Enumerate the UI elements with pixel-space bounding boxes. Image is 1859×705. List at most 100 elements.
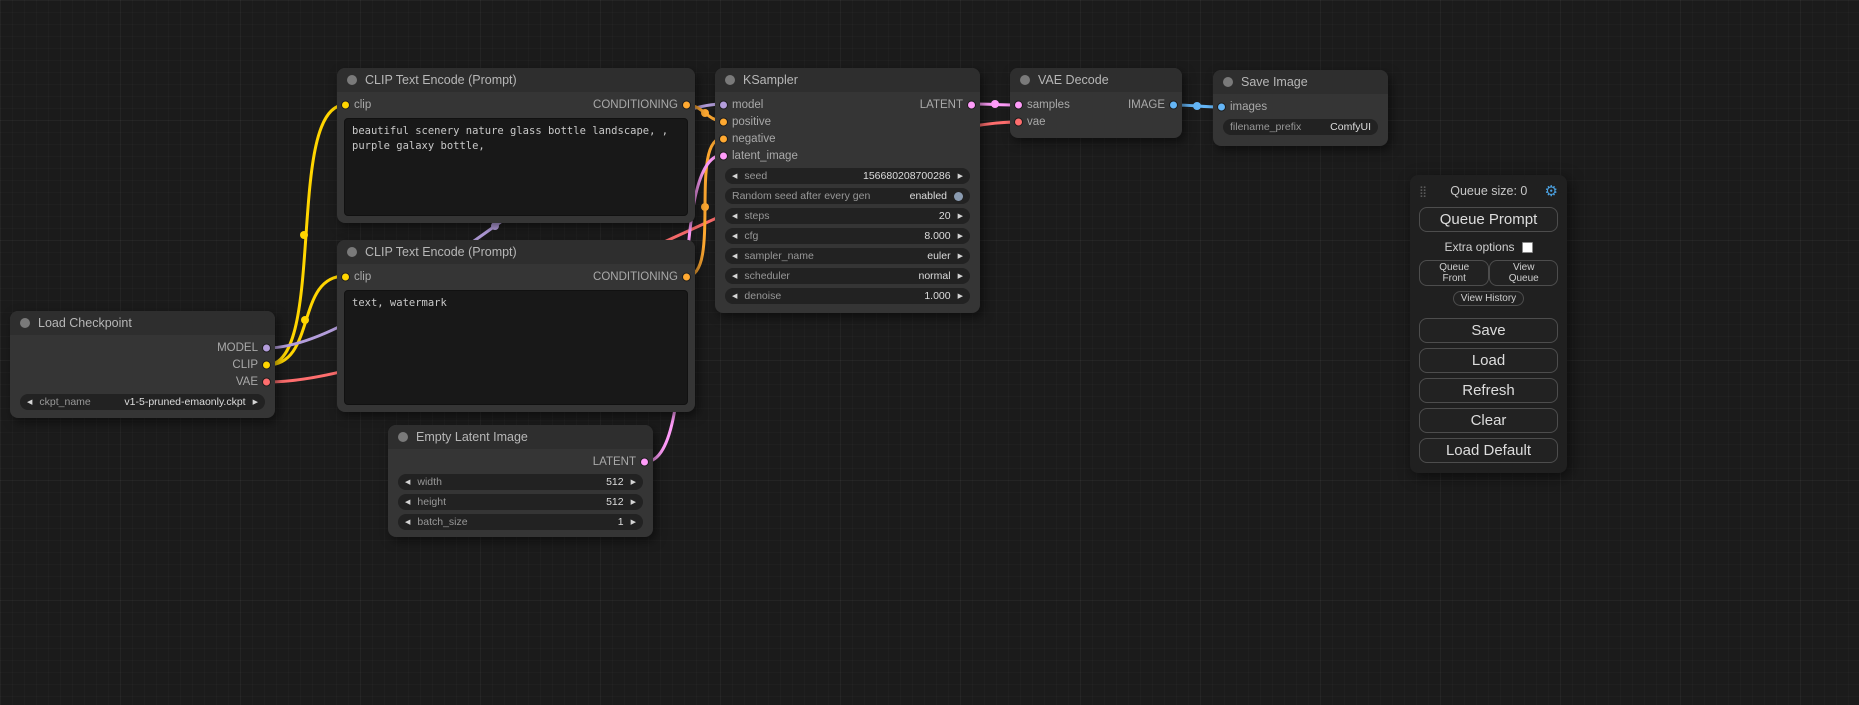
prev-arrow-icon[interactable]: ◀ xyxy=(732,253,737,260)
node-title-bar[interactable]: Load Checkpoint xyxy=(10,311,275,335)
output-slot-conditioning[interactable]: CONDITIONING xyxy=(593,99,678,111)
slot-dot-clip[interactable] xyxy=(341,100,350,109)
slot-dot-negative[interactable] xyxy=(719,134,728,143)
next-arrow-icon[interactable]: ▶ xyxy=(958,253,963,260)
slot-dot-vae[interactable] xyxy=(1014,117,1023,126)
slot-dot-vae[interactable] xyxy=(262,377,271,386)
node-title-bar[interactable]: CLIP Text Encode (Prompt) xyxy=(337,68,695,92)
increment-arrow-icon[interactable]: ▶ xyxy=(631,499,636,506)
increment-arrow-icon[interactable]: ▶ xyxy=(631,519,636,526)
decrement-arrow-icon[interactable]: ◀ xyxy=(405,479,410,486)
output-slot-latent[interactable]: LATENT xyxy=(920,99,963,111)
toggle-dot-icon[interactable] xyxy=(954,192,963,201)
widget-steps[interactable]: ◀ steps 20 ▶ xyxy=(725,208,970,224)
slot-dot-model[interactable] xyxy=(262,343,271,352)
view-queue-button[interactable]: View Queue xyxy=(1489,260,1558,286)
node-save-image[interactable]: Save Image images filename_prefix ComfyU… xyxy=(1213,70,1388,146)
widget-cfg[interactable]: ◀ cfg 8.000 ▶ xyxy=(725,228,970,244)
slot-dot-conditioning[interactable] xyxy=(682,100,691,109)
input-slot-positive[interactable]: positive xyxy=(715,113,980,130)
widget-ckpt-name[interactable]: ◀ ckpt_name v1-5-pruned-emaonly.ckpt ▶ xyxy=(20,394,265,410)
slot-dot-latent-image[interactable] xyxy=(719,151,728,160)
slot-dot-samples[interactable] xyxy=(1014,100,1023,109)
widget-width[interactable]: ◀ width 512 ▶ xyxy=(398,474,643,490)
view-history-button[interactable]: View History xyxy=(1453,291,1524,306)
slot-dot-clip[interactable] xyxy=(341,272,350,281)
collapse-dot-icon[interactable] xyxy=(20,318,30,328)
node-title-bar[interactable]: CLIP Text Encode (Prompt) xyxy=(337,240,695,264)
increment-arrow-icon[interactable]: ▶ xyxy=(958,213,963,220)
input-slot-latent-image[interactable]: latent_image xyxy=(715,147,980,164)
input-slot-vae[interactable]: vae xyxy=(1010,113,1182,130)
negative-prompt-textarea[interactable]: text, watermark xyxy=(344,290,688,405)
collapse-dot-icon[interactable] xyxy=(347,75,357,85)
decrement-arrow-icon[interactable]: ◀ xyxy=(405,519,410,526)
drag-handle-icon[interactable]: ⣿ xyxy=(1419,185,1427,198)
widget-batch-size[interactable]: ◀ batch_size 1 ▶ xyxy=(398,514,643,530)
input-slot-images[interactable]: images xyxy=(1213,98,1388,115)
queue-prompt-button[interactable]: Queue Prompt xyxy=(1419,207,1558,232)
slot-dot-conditioning[interactable] xyxy=(682,272,691,281)
increment-arrow-icon[interactable]: ▶ xyxy=(958,173,963,180)
increment-arrow-icon[interactable]: ▶ xyxy=(958,233,963,240)
widget-sampler-name[interactable]: ◀ sampler_name euler ▶ xyxy=(725,248,970,264)
collapse-dot-icon[interactable] xyxy=(347,247,357,257)
node-ksampler[interactable]: KSampler model LATENT positive negative … xyxy=(715,68,980,313)
node-title-bar[interactable]: KSampler xyxy=(715,68,980,92)
positive-prompt-textarea[interactable]: beautiful scenery nature glass bottle la… xyxy=(344,118,688,216)
queue-front-button[interactable]: Queue Front xyxy=(1419,260,1489,286)
clear-button[interactable]: Clear xyxy=(1419,408,1558,433)
output-slot-image[interactable]: IMAGE xyxy=(1128,99,1165,111)
settings-gear-icon[interactable]: ⚙ xyxy=(1545,184,1558,199)
widget-height[interactable]: ◀ height 512 ▶ xyxy=(398,494,643,510)
node-title-bar[interactable]: VAE Decode xyxy=(1010,68,1182,92)
node-empty-latent-image[interactable]: Empty Latent Image LATENT ◀ width 512 ▶ … xyxy=(388,425,653,537)
node-clip-text-encode-positive[interactable]: CLIP Text Encode (Prompt) clip CONDITION… xyxy=(337,68,695,223)
collapse-dot-icon[interactable] xyxy=(1223,77,1233,87)
slot-dot-images[interactable] xyxy=(1217,102,1226,111)
slot-dot-clip[interactable] xyxy=(262,360,271,369)
node-load-checkpoint[interactable]: Load Checkpoint MODEL CLIP VAE ◀ ckpt_na… xyxy=(10,311,275,418)
slot-dot-latent[interactable] xyxy=(640,457,649,466)
load-button[interactable]: Load xyxy=(1419,348,1558,373)
output-slot-model[interactable]: MODEL xyxy=(10,339,275,356)
widget-scheduler[interactable]: ◀ scheduler normal ▶ xyxy=(725,268,970,284)
node-title-bar[interactable]: Empty Latent Image xyxy=(388,425,653,449)
widget-random-seed-toggle[interactable]: Random seed after every gen enabled xyxy=(725,188,970,204)
widget-seed[interactable]: ◀ seed 156680208700286 ▶ xyxy=(725,168,970,184)
input-slot-samples[interactable]: samples xyxy=(1027,99,1070,111)
slot-dot-latent[interactable] xyxy=(967,100,976,109)
widget-denoise[interactable]: ◀ denoise 1.000 ▶ xyxy=(725,288,970,304)
save-button[interactable]: Save xyxy=(1419,318,1558,343)
decrement-arrow-icon[interactable]: ◀ xyxy=(405,499,410,506)
slot-dot-image[interactable] xyxy=(1169,100,1178,109)
extra-options-checkbox[interactable] xyxy=(1522,242,1533,253)
decrement-arrow-icon[interactable]: ◀ xyxy=(732,213,737,220)
input-slot-clip[interactable]: clip xyxy=(354,99,371,111)
load-default-button[interactable]: Load Default xyxy=(1419,438,1558,463)
slot-dot-positive[interactable] xyxy=(719,117,728,126)
widget-filename-prefix[interactable]: filename_prefix ComfyUI xyxy=(1223,119,1378,135)
output-slot-latent[interactable]: LATENT xyxy=(388,453,653,470)
slot-dot-model[interactable] xyxy=(719,100,728,109)
input-slot-negative[interactable]: negative xyxy=(715,130,980,147)
collapse-dot-icon[interactable] xyxy=(1020,75,1030,85)
decrement-arrow-icon[interactable]: ◀ xyxy=(732,293,737,300)
node-title-bar[interactable]: Save Image xyxy=(1213,70,1388,94)
node-vae-decode[interactable]: VAE Decode samples IMAGE vae xyxy=(1010,68,1182,138)
output-slot-vae[interactable]: VAE xyxy=(10,373,275,390)
output-slot-clip[interactable]: CLIP xyxy=(10,356,275,373)
next-arrow-icon[interactable]: ▶ xyxy=(958,273,963,280)
collapse-dot-icon[interactable] xyxy=(725,75,735,85)
decrement-arrow-icon[interactable]: ◀ xyxy=(732,173,737,180)
increment-arrow-icon[interactable]: ▶ xyxy=(958,293,963,300)
refresh-button[interactable]: Refresh xyxy=(1419,378,1558,403)
next-arrow-icon[interactable]: ▶ xyxy=(253,399,258,406)
prev-arrow-icon[interactable]: ◀ xyxy=(732,273,737,280)
output-slot-conditioning[interactable]: CONDITIONING xyxy=(593,271,678,283)
prev-arrow-icon[interactable]: ◀ xyxy=(27,399,32,406)
increment-arrow-icon[interactable]: ▶ xyxy=(631,479,636,486)
collapse-dot-icon[interactable] xyxy=(398,432,408,442)
node-clip-text-encode-negative[interactable]: CLIP Text Encode (Prompt) clip CONDITION… xyxy=(337,240,695,412)
decrement-arrow-icon[interactable]: ◀ xyxy=(732,233,737,240)
